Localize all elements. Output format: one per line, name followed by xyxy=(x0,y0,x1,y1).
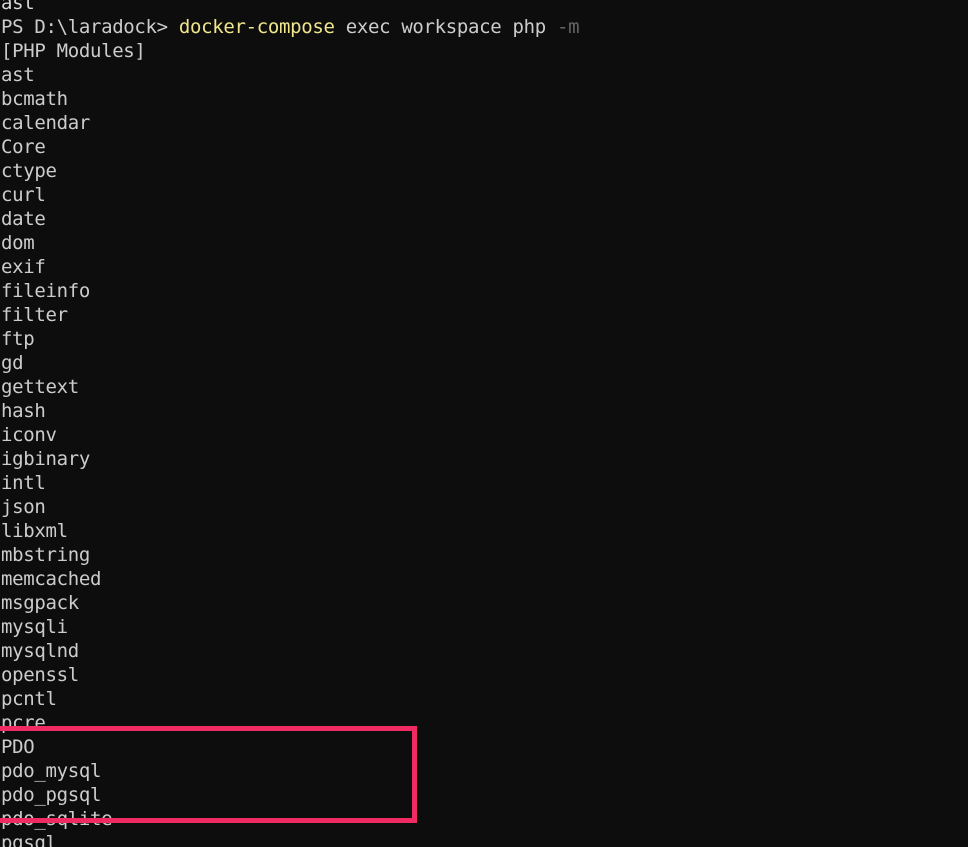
module-name: mysqlnd xyxy=(1,640,79,662)
module-list-item: calendar xyxy=(0,111,968,135)
module-name: intl xyxy=(1,472,46,494)
module-name: gettext xyxy=(1,376,79,398)
prompt-flag: -m xyxy=(557,16,580,38)
module-name: mysqli xyxy=(1,616,68,638)
module-name: pcntl xyxy=(1,688,57,710)
module-name: PDO xyxy=(1,736,35,758)
module-list-item: gd xyxy=(0,351,968,375)
prompt-args: exec workspace php xyxy=(345,16,546,38)
prompt-command: docker-compose xyxy=(178,16,335,38)
module-list-item: curl xyxy=(0,183,968,207)
scrollback-partial-line: ast xyxy=(0,0,968,15)
prompt-space-1 xyxy=(168,16,179,38)
module-list-item: Core xyxy=(0,135,968,159)
module-list-item: dom xyxy=(0,231,968,255)
module-list-item: json xyxy=(0,495,968,519)
module-name: fileinfo xyxy=(1,280,90,302)
php-module-list: ast bcmath calendar Core ctype curl date dom exi… xyxy=(0,63,968,847)
module-name: memcached xyxy=(1,568,102,590)
module-name: json xyxy=(1,496,46,518)
module-name: dom xyxy=(1,232,35,254)
module-name: iconv xyxy=(1,424,57,446)
module-list-item: pgsql xyxy=(0,831,968,847)
module-name: mbstring xyxy=(1,544,90,566)
module-list-item: intl xyxy=(0,471,968,495)
module-list-item: igbinary xyxy=(0,447,968,471)
module-name: pcre xyxy=(1,712,46,734)
module-list-item: exif xyxy=(0,255,968,279)
module-list-item: libxml xyxy=(0,519,968,543)
module-name: bcmath xyxy=(1,88,68,110)
module-name: hash xyxy=(1,400,46,422)
module-list-item: gettext xyxy=(0,375,968,399)
module-list-item: mbstring xyxy=(0,543,968,567)
module-name: openssl xyxy=(1,664,79,686)
module-name: Core xyxy=(1,136,46,158)
prompt-prefix: PS D:\laradock> xyxy=(1,16,168,38)
output-header-text: [PHP Modules] xyxy=(1,40,146,62)
module-name: ftp xyxy=(1,328,35,350)
module-name: ast xyxy=(1,64,35,86)
module-list-item: date xyxy=(0,207,968,231)
prompt-space-3 xyxy=(546,16,557,38)
module-list-item: filter xyxy=(0,303,968,327)
module-list-item: pdo_pgsql xyxy=(0,783,968,807)
module-name: filter xyxy=(1,304,68,326)
module-name: date xyxy=(1,208,46,230)
module-list-item: bcmath xyxy=(0,87,968,111)
module-list-item: pdo_sqlite xyxy=(0,807,968,831)
output-header: [PHP Modules] xyxy=(0,39,968,63)
module-list-item: pcntl xyxy=(0,687,968,711)
scrollback-partial-text: ast xyxy=(1,0,35,14)
module-name: msgpack xyxy=(1,592,79,614)
module-name: pdo_mysql xyxy=(1,760,102,782)
module-name: libxml xyxy=(1,520,68,542)
module-name: ctype xyxy=(1,160,57,182)
module-list-item: iconv xyxy=(0,423,968,447)
module-name: pdo_pgsql xyxy=(1,784,102,806)
module-name: gd xyxy=(1,352,24,374)
module-list-item: ast xyxy=(0,63,968,87)
module-list-item: msgpack xyxy=(0,591,968,615)
terminal-scrollback: ast PS D:\laradock> docker-compose exec … xyxy=(0,0,968,847)
module-list-item: mysqlnd xyxy=(0,639,968,663)
terminal-window[interactable]: ast PS D:\laradock> docker-compose exec … xyxy=(0,0,968,847)
module-name: curl xyxy=(1,184,46,206)
module-name: exif xyxy=(1,256,46,278)
module-name: pgsql xyxy=(1,832,57,847)
prompt-line: PS D:\laradock> docker-compose exec work… xyxy=(0,15,968,39)
module-list-item: ftp xyxy=(0,327,968,351)
module-list-item: ctype xyxy=(0,159,968,183)
module-list-item: openssl xyxy=(0,663,968,687)
module-list-item: PDO xyxy=(0,735,968,759)
module-name: pdo_sqlite xyxy=(1,808,113,830)
prompt-space-2 xyxy=(335,16,346,38)
module-list-item: mysqli xyxy=(0,615,968,639)
module-name: igbinary xyxy=(1,448,90,470)
module-list-item: hash xyxy=(0,399,968,423)
module-list-item: memcached xyxy=(0,567,968,591)
module-list-item: pdo_mysql xyxy=(0,759,968,783)
module-list-item: fileinfo xyxy=(0,279,968,303)
module-list-item: pcre xyxy=(0,711,968,735)
module-name: calendar xyxy=(1,112,90,134)
